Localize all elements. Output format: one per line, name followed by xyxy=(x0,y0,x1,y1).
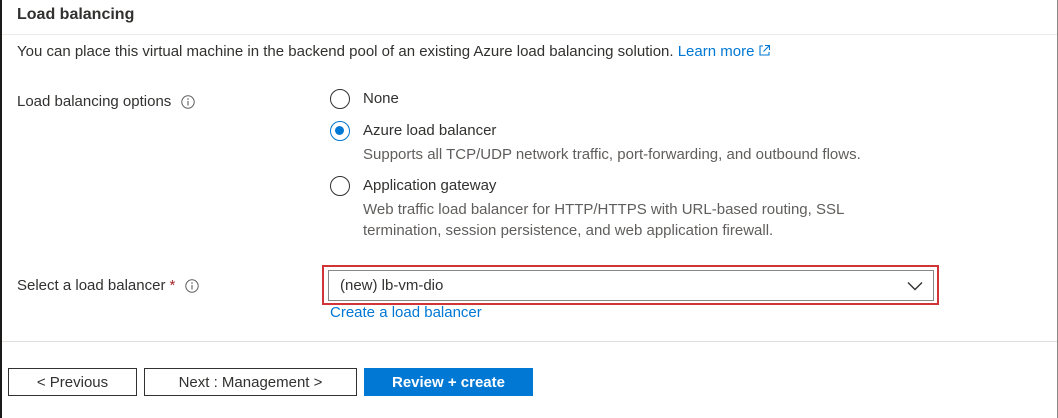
radio-option-none[interactable]: None xyxy=(330,89,399,109)
select-load-balancer-text: Select a load balancer xyxy=(17,277,166,294)
section-title: Load balancing xyxy=(17,6,135,23)
radio-label: Azure load balancer xyxy=(363,122,497,139)
learn-more-label: Learn more xyxy=(677,43,755,60)
chevron-down-icon xyxy=(907,281,923,290)
load-balancing-options-text: Load balancing options xyxy=(17,93,172,110)
radio-description: Web traffic load balancer for HTTP/HTTPS… xyxy=(363,201,844,239)
section-description: You can place this virtual machine in th… xyxy=(17,43,771,60)
previous-button[interactable]: < Previous xyxy=(8,368,137,396)
info-icon[interactable] xyxy=(181,94,195,109)
select-load-balancer-label: Select a load balancer * xyxy=(17,277,199,294)
next-management-button[interactable]: Next : Management > xyxy=(144,368,357,396)
info-icon[interactable] xyxy=(185,278,199,293)
footer-divider xyxy=(2,341,1057,342)
radio-text: Application gateway Web traffic load bal… xyxy=(363,176,923,241)
review-create-button[interactable]: Review + create xyxy=(364,368,533,396)
radio-option-application-gateway[interactable]: Application gateway Web traffic load bal… xyxy=(330,176,923,241)
description-text: You can place this virtual machine in th… xyxy=(17,43,674,60)
load-balancer-dropdown[interactable]: (new) lb-vm-dio xyxy=(328,270,934,301)
radio-button[interactable] xyxy=(330,89,350,109)
required-indicator: * xyxy=(169,277,176,294)
radio-label: Application gateway xyxy=(363,177,497,194)
learn-more-link[interactable]: Learn more xyxy=(678,43,772,60)
dropdown-selected-value: (new) lb-vm-dio xyxy=(340,277,444,294)
radio-option-azure-load-balancer[interactable]: Azure load balancer Supports all TCP/UDP… xyxy=(330,121,923,165)
radio-description: Supports all TCP/UDP network traffic, po… xyxy=(363,146,861,163)
create-load-balancer-link[interactable]: Create a load balancer xyxy=(330,304,482,321)
radio-button[interactable] xyxy=(330,176,350,196)
radio-text: None xyxy=(363,89,399,109)
window-left-border xyxy=(0,0,2,418)
external-link-icon xyxy=(759,44,771,56)
load-balancing-options-label: Load balancing options xyxy=(17,93,195,110)
radio-label: None xyxy=(363,90,399,107)
radio-text: Azure load balancer Supports all TCP/UDP… xyxy=(363,121,923,165)
radio-button[interactable] xyxy=(330,121,350,141)
section-divider xyxy=(2,34,1057,35)
